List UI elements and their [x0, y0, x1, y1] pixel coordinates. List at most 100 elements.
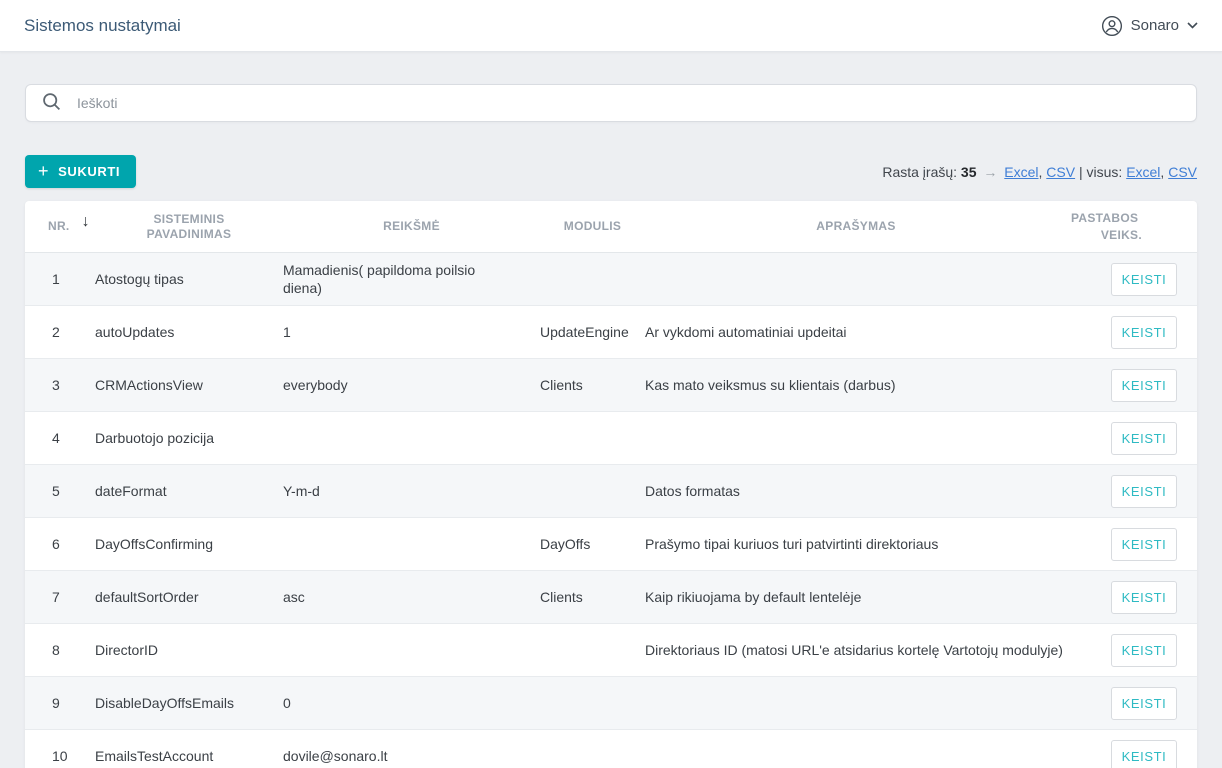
- edit-button[interactable]: KEISTI: [1111, 263, 1177, 296]
- row-number: 9: [25, 694, 95, 712]
- column-header-nr-label: NR.: [48, 219, 70, 234]
- column-header-actions: VEIKS.: [1067, 228, 1197, 243]
- settings-table: NR. ↓ SISTEMINIS PAVADINIMAS REIKŠMĖ MOD…: [25, 201, 1197, 768]
- column-header-description[interactable]: APRAŠYMAS: [645, 219, 1067, 234]
- export-csv-link[interactable]: CSV: [1046, 164, 1075, 180]
- table-row: 6 DayOffsConfirming DayOffs Prašymo tipa…: [25, 518, 1197, 571]
- row-system-name: DisableDayOffsEmails: [95, 694, 283, 712]
- table-row: 5 dateFormat Y-m-d Datos formatas KEISTI: [25, 465, 1197, 518]
- results-count: 35: [961, 164, 977, 180]
- row-module: DayOffs: [540, 535, 645, 553]
- row-actions: KEISTI: [1087, 316, 1197, 349]
- row-actions: KEISTI: [1087, 581, 1197, 614]
- row-value: Mamadienis( papildoma poilsio diena): [283, 261, 540, 297]
- comma: ,: [1160, 164, 1164, 180]
- arrow-right-icon: →: [980, 164, 1000, 180]
- row-description: Direktoriaus ID (matosi URL'e atsidarius…: [645, 641, 1087, 659]
- edit-button[interactable]: KEISTI: [1111, 740, 1177, 768]
- row-system-name: Atostogų tipas: [95, 270, 283, 288]
- row-description: Ar vykdomi automatiniai updeitai: [645, 323, 1087, 341]
- table-row: 10 EmailsTestAccount dovile@sonaro.lt KE…: [25, 730, 1197, 768]
- row-system-name: defaultSortOrder: [95, 588, 283, 606]
- column-header-notes-actions[interactable]: PASTABOS VEIKS.: [1067, 211, 1197, 243]
- row-value: Y-m-d: [283, 482, 540, 500]
- row-system-name: autoUpdates: [95, 323, 283, 341]
- row-system-name: EmailsTestAccount: [95, 747, 283, 765]
- edit-button[interactable]: KEISTI: [1111, 528, 1177, 561]
- row-actions: KEISTI: [1087, 475, 1197, 508]
- row-module: UpdateEngine: [540, 323, 645, 341]
- row-number: 10: [25, 747, 95, 765]
- edit-button[interactable]: KEISTI: [1111, 475, 1177, 508]
- plus-icon: +: [38, 162, 49, 180]
- row-number: 7: [25, 588, 95, 606]
- row-number: 5: [25, 482, 95, 500]
- search-input[interactable]: [77, 95, 1181, 111]
- row-module: Clients: [540, 588, 645, 606]
- row-actions: KEISTI: [1087, 263, 1197, 296]
- row-number: 3: [25, 376, 95, 394]
- row-value: 1: [283, 323, 540, 341]
- table-row: 9 DisableDayOffsEmails 0 KEISTI: [25, 677, 1197, 730]
- top-bar: Sistemos nustatymai Sonaro: [0, 0, 1222, 52]
- visus-label: | visus:: [1079, 164, 1122, 180]
- row-value: everybody: [283, 376, 540, 394]
- table-row: 8 DirectorID Direktoriaus ID (matosi URL…: [25, 624, 1197, 677]
- row-module: Clients: [540, 376, 645, 394]
- row-actions: KEISTI: [1087, 634, 1197, 667]
- row-actions: KEISTI: [1087, 369, 1197, 402]
- row-description: Kaip rikiuojama by default lentelėje: [645, 588, 1087, 606]
- row-value: 0: [283, 694, 540, 712]
- column-header-nr[interactable]: NR. ↓: [25, 219, 95, 234]
- user-name: Sonaro: [1131, 17, 1179, 34]
- column-header-system-name[interactable]: SISTEMINIS PAVADINIMAS: [95, 212, 283, 242]
- results-summary: Rasta įrašų: 35 → Excel, CSV | visus: Ex…: [882, 164, 1197, 180]
- create-button-label: SUKURTI: [58, 164, 120, 179]
- chevron-down-icon: [1187, 22, 1198, 29]
- row-number: 2: [25, 323, 95, 341]
- export-all-excel-link[interactable]: Excel: [1126, 164, 1160, 180]
- table-row: 1 Atostogų tipas Mamadienis( papildoma p…: [25, 253, 1197, 306]
- create-button[interactable]: + SUKURTI: [25, 155, 136, 188]
- row-actions: KEISTI: [1087, 687, 1197, 720]
- row-system-name: CRMActionsView: [95, 376, 283, 394]
- column-header-notes: PASTABOS: [1067, 211, 1197, 226]
- row-value: asc: [283, 588, 540, 606]
- column-header-module[interactable]: MODULIS: [540, 219, 645, 234]
- toolbar: + SUKURTI Rasta įrašų: 35 → Excel, CSV |…: [25, 155, 1197, 188]
- table-header: NR. ↓ SISTEMINIS PAVADINIMAS REIKŠMĖ MOD…: [25, 201, 1197, 253]
- row-actions: KEISTI: [1087, 422, 1197, 455]
- edit-button[interactable]: KEISTI: [1111, 369, 1177, 402]
- comma: ,: [1039, 164, 1043, 180]
- edit-button[interactable]: KEISTI: [1111, 422, 1177, 455]
- export-excel-link[interactable]: Excel: [1004, 164, 1038, 180]
- column-header-value[interactable]: REIKŠMĖ: [283, 219, 540, 234]
- edit-button[interactable]: KEISTI: [1111, 687, 1177, 720]
- row-description: Kas mato veiksmus su klientais (darbus): [645, 376, 1087, 394]
- search-bar: [25, 84, 1197, 122]
- sort-desc-icon: ↓: [82, 214, 90, 229]
- page-title: Sistemos nustatymai: [24, 16, 181, 36]
- export-all-csv-link[interactable]: CSV: [1168, 164, 1197, 180]
- row-number: 4: [25, 429, 95, 447]
- edit-button[interactable]: KEISTI: [1111, 316, 1177, 349]
- edit-button[interactable]: KEISTI: [1111, 581, 1177, 614]
- table-row: 2 autoUpdates 1 UpdateEngine Ar vykdomi …: [25, 306, 1197, 359]
- row-system-name: dateFormat: [95, 482, 283, 500]
- table-row: 7 defaultSortOrder asc Clients Kaip riki…: [25, 571, 1197, 624]
- row-actions: KEISTI: [1087, 528, 1197, 561]
- table-row: 3 CRMActionsView everybody Clients Kas m…: [25, 359, 1197, 412]
- row-system-name: Darbuotojo pozicija: [95, 429, 283, 447]
- row-actions: KEISTI: [1087, 740, 1197, 768]
- row-number: 1: [25, 270, 95, 288]
- results-label: Rasta įrašų:: [882, 164, 957, 180]
- user-avatar-icon: [1101, 15, 1123, 37]
- row-value: dovile@sonaro.lt: [283, 747, 540, 765]
- row-number: 6: [25, 535, 95, 553]
- row-number: 8: [25, 641, 95, 659]
- row-system-name: DayOffsConfirming: [95, 535, 283, 553]
- edit-button[interactable]: KEISTI: [1111, 634, 1177, 667]
- row-description: Prašymo tipai kuriuos turi patvirtinti d…: [645, 535, 1087, 553]
- user-menu[interactable]: Sonaro: [1101, 15, 1198, 37]
- table-row: 4 Darbuotojo pozicija KEISTI: [25, 412, 1197, 465]
